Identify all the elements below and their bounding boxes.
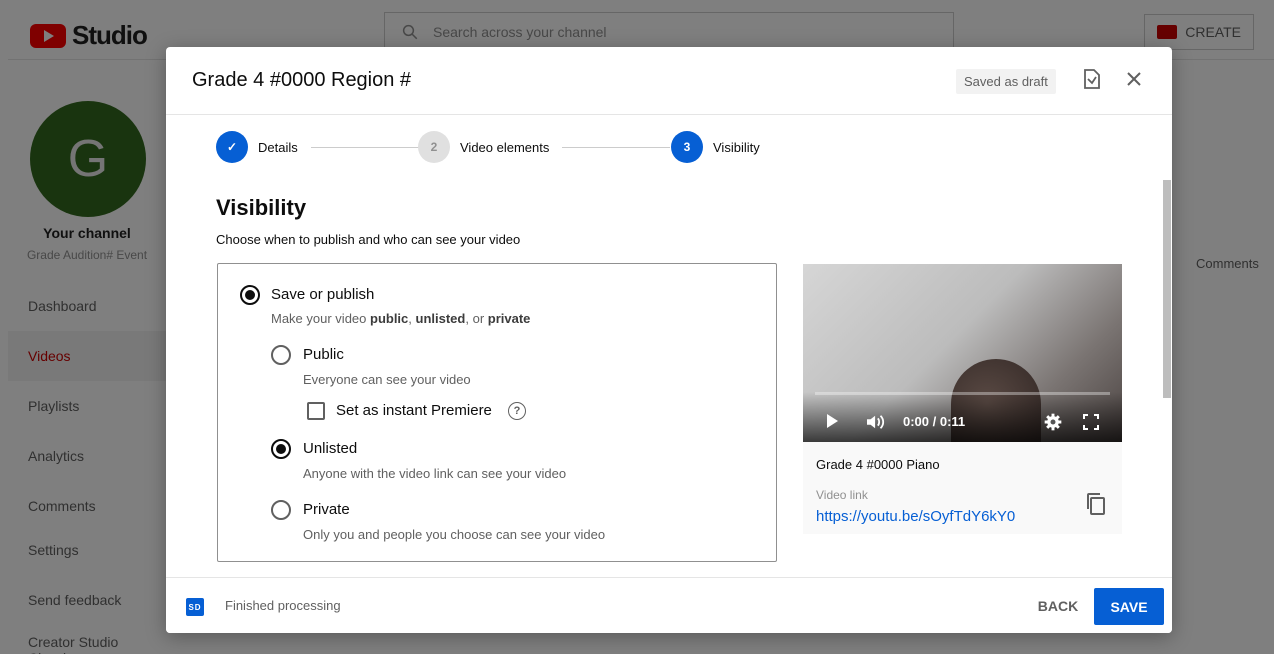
public-label: Public: [303, 346, 344, 363]
unlisted-description: Anyone with the video link can see your …: [303, 466, 567, 481]
help-icon[interactable]: ?: [508, 402, 526, 420]
step-connector: [311, 147, 419, 148]
step-details[interactable]: ✓ Details: [216, 131, 298, 163]
close-icon[interactable]: [1122, 67, 1146, 91]
play-icon[interactable]: [827, 414, 838, 428]
sd-badge-icon: SD: [186, 598, 204, 616]
dialog-footer: SD Finished processing BACK SAVE: [166, 577, 1172, 633]
draft-status-badge: Saved as draft: [956, 69, 1056, 94]
video-progress-bar[interactable]: [815, 392, 1110, 395]
save-publish-radio[interactable]: [240, 285, 260, 305]
private-description: Only you and people you choose can see y…: [303, 527, 606, 542]
public-description: Everyone can see your video: [303, 372, 471, 387]
save-publish-description: Make your video public, unlisted, or pri…: [271, 311, 531, 326]
step-visibility[interactable]: 3 Visibility: [671, 131, 760, 163]
step-label: Visibility: [713, 139, 760, 155]
dialog-title: Grade 4 #0000 Region #: [192, 69, 412, 91]
public-radio[interactable]: [271, 345, 291, 365]
unlisted-radio[interactable]: [271, 439, 291, 459]
scrollbar-thumb[interactable]: [1163, 180, 1171, 398]
instant-premiere-checkbox[interactable]: [307, 402, 325, 420]
save-publish-label: Save or publish: [271, 286, 375, 303]
dialog-header: Grade 4 #0000 Region # Saved as draft: [166, 47, 1172, 115]
step-number: 3: [671, 131, 703, 163]
back-button[interactable]: BACK: [1026, 588, 1090, 624]
check-icon: ✓: [216, 131, 248, 163]
section-title: Visibility: [216, 195, 307, 220]
gear-icon[interactable]: [1043, 412, 1063, 432]
video-time: 0:00 / 0:11: [903, 414, 966, 429]
volume-icon[interactable]: [865, 413, 887, 431]
section-description: Choose when to publish and who can see y…: [216, 232, 521, 247]
step-label: Video elements: [460, 139, 550, 155]
video-link-label: Video link: [816, 488, 868, 502]
step-video-elements[interactable]: 2 Video elements: [418, 131, 549, 163]
private-label: Private: [303, 501, 350, 518]
visibility-options-box: Save or publish Make your video public, …: [217, 263, 777, 562]
private-radio[interactable]: [271, 500, 291, 520]
fullscreen-icon[interactable]: [1083, 414, 1099, 430]
video-player[interactable]: 0:00 / 0:11: [803, 264, 1122, 442]
processing-status: Finished processing: [225, 598, 341, 613]
unlisted-label: Unlisted: [303, 440, 358, 457]
video-title: Grade 4 #0000 Piano: [816, 457, 940, 472]
step-number: 2: [418, 131, 450, 163]
upload-stepper: ✓ Details 2 Video elements 3 Visibility: [216, 131, 776, 163]
upload-dialog: Grade 4 #0000 Region # Saved as draft ✓ …: [166, 47, 1172, 633]
step-connector: [562, 147, 670, 148]
feedback-icon[interactable]: [1080, 67, 1104, 91]
video-link[interactable]: https://youtu.be/sOyfTdY6kY0: [816, 508, 1015, 525]
instant-premiere-label: Set as instant Premiere: [336, 402, 492, 419]
copy-icon[interactable]: [1085, 492, 1107, 516]
step-label: Details: [258, 139, 298, 155]
save-button[interactable]: SAVE: [1094, 588, 1164, 625]
video-preview-card: 0:00 / 0:11 Grade 4 #0000 Piano Video li…: [803, 264, 1122, 534]
